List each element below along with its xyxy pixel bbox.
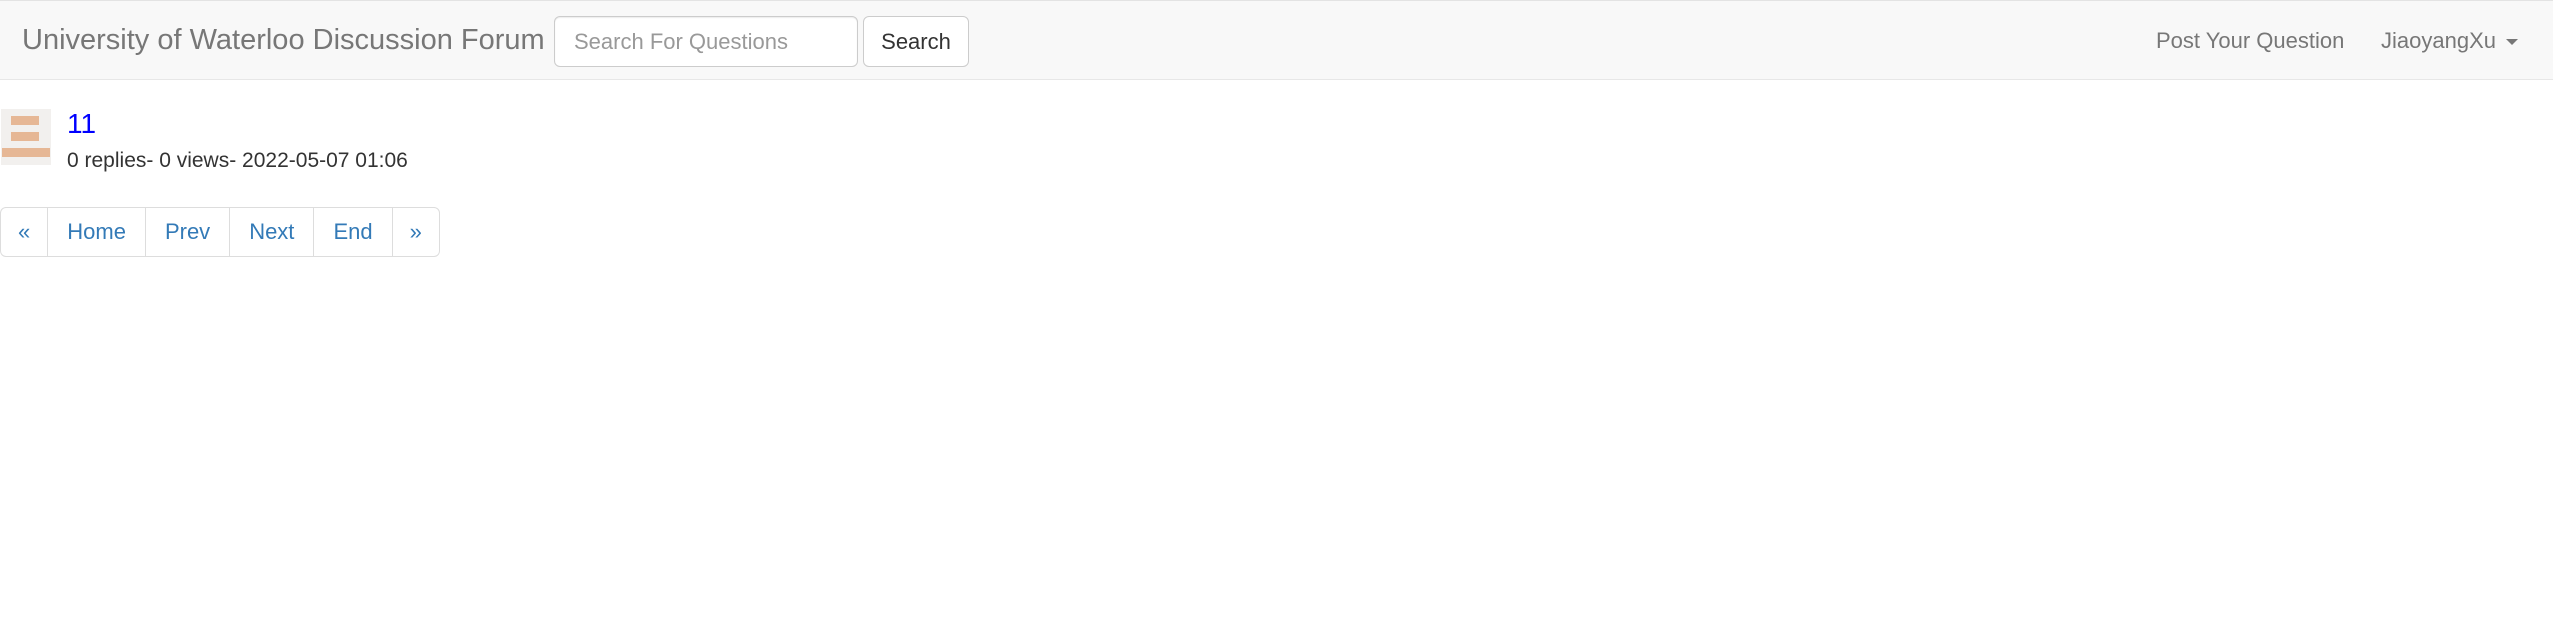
- search-input[interactable]: [554, 16, 858, 67]
- user-menu-dropdown[interactable]: JiaoyangXu: [2381, 28, 2518, 54]
- end-page-link[interactable]: End: [313, 207, 393, 257]
- top-navbar: University of Waterloo Discussion Forum …: [0, 0, 2553, 80]
- avatar[interactable]: [1, 109, 51, 165]
- post-meta: 0 replies- 0 views- 2022-05-07 01:06: [67, 149, 408, 172]
- post-question-link[interactable]: Post Your Question: [2156, 28, 2344, 54]
- last-page-link[interactable]: »: [391, 207, 440, 257]
- post-title-link[interactable]: 11: [67, 108, 96, 140]
- pagination: « Home Prev Next End »: [0, 207, 440, 257]
- first-page-link[interactable]: «: [0, 207, 49, 257]
- next-page-link[interactable]: Next: [229, 207, 315, 257]
- prev-page-link[interactable]: Prev: [144, 207, 231, 257]
- username-label: JiaoyangXu: [2381, 28, 2496, 53]
- home-page-link[interactable]: Home: [47, 207, 146, 257]
- search-button[interactable]: Search: [863, 16, 969, 67]
- site-brand[interactable]: University of Waterloo Discussion Forum: [22, 23, 545, 57]
- caret-down-icon: [2505, 39, 2518, 45]
- list-item: 11 0 replies- 0 views- 2022-05-07 01:06: [0, 106, 600, 176]
